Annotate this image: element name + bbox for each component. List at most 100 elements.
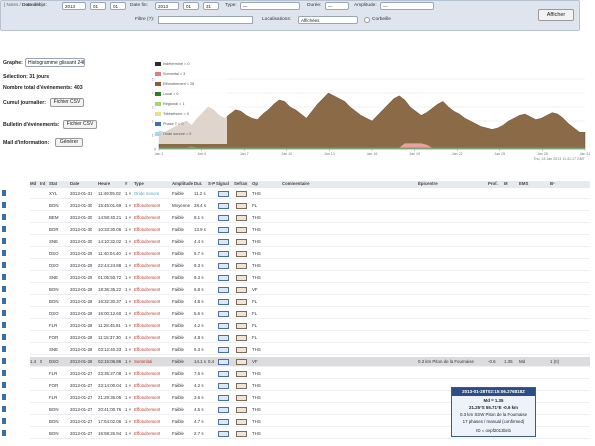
table-header-cell[interactable]: Amplitude [172, 181, 193, 188]
corbeille-checkbox[interactable] [364, 17, 370, 23]
table-header-cell[interactable]: S-P [208, 181, 215, 188]
edit-icon[interactable] [2, 430, 6, 436]
edit-icon[interactable] [2, 418, 6, 424]
sefran-icon[interactable] [236, 286, 247, 293]
amplitude-select[interactable]: — [380, 2, 434, 10]
edit-icon[interactable] [2, 190, 6, 196]
table-row[interactable]: 1.4 0 DSO 2013-01-28 02:15:06.86 1 × Sommital F… [2, 357, 590, 367]
table-row[interactable]: BON 2013-01-30 15:45:01.69 1 × Effondrement M… [2, 201, 590, 211]
table-row[interactable]: SNE 2013-01-28 03:12:40.33 1 × Effondrement F… [2, 345, 590, 355]
bulletin-csv-button[interactable]: Fichier CSV [63, 120, 97, 129]
table-header-cell[interactable]: Commentaire [282, 181, 309, 188]
legend-item[interactable]: Phase T = 0 [155, 120, 183, 128]
signal-icon[interactable] [218, 346, 229, 353]
edit-icon[interactable] [2, 370, 6, 376]
sefran-icon[interactable] [236, 418, 247, 425]
table-row[interactable]: FLR 2013-01-27 23:35:27.08 1 × Effondrement F… [2, 369, 590, 379]
localisations-select[interactable]: Affichées [298, 16, 358, 24]
table-header-cell[interactable]: Sefran [234, 181, 247, 188]
table-row[interactable]: BOR 2013-01-30 10:33:30.06 1 × Effondrement F… [2, 225, 590, 235]
signal-icon[interactable] [218, 358, 229, 365]
signal-icon[interactable] [218, 250, 229, 257]
legend-item[interactable]: Régional = 1 [155, 100, 184, 108]
table-header-cell[interactable]: Prof. [488, 181, 498, 188]
date-debut-year-select[interactable]: 2013 [62, 2, 86, 10]
legend-item[interactable]: Sommital = 3 [155, 70, 185, 78]
table-header-cell[interactable]: Date [70, 181, 79, 188]
edit-icon[interactable] [2, 202, 6, 208]
table-header-cell[interactable]: B³ [550, 181, 555, 188]
sefran-icon[interactable] [236, 334, 247, 341]
table-row[interactable]: FLR 2013-01-28 11:28:45.81 1 × Effondrement F… [2, 321, 590, 331]
edit-icon[interactable] [2, 214, 6, 220]
signal-icon[interactable] [218, 262, 229, 269]
table-header-cell[interactable]: Heure [98, 181, 110, 188]
edit-icon[interactable] [2, 310, 6, 316]
edit-icon[interactable] [2, 286, 6, 292]
edit-icon[interactable] [2, 334, 6, 340]
edit-icon[interactable] [2, 262, 6, 268]
edit-icon[interactable] [2, 382, 6, 388]
cumul-csv-button[interactable]: Fichier CSV [50, 98, 84, 107]
signal-icon[interactable] [218, 430, 229, 437]
edit-icon[interactable] [2, 394, 6, 400]
table-header-cell[interactable]: Md [30, 181, 36, 188]
sefran-icon[interactable] [236, 382, 247, 389]
table-header-cell[interactable]: EMS [519, 181, 528, 188]
edit-icon[interactable] [2, 238, 6, 244]
signal-icon[interactable] [218, 286, 229, 293]
signal-icon[interactable] [218, 238, 229, 245]
sefran-icon[interactable] [236, 298, 247, 305]
sefran-icon[interactable] [236, 346, 247, 353]
sefran-icon[interactable] [236, 250, 247, 257]
legend-item[interactable]: Local = 0 [155, 90, 179, 98]
sefran-icon[interactable] [236, 214, 247, 221]
signal-icon[interactable] [218, 298, 229, 305]
table-row[interactable]: BEM 2013-01-30 14:58:40.21 1 × Effondrement F… [2, 213, 590, 223]
table-row[interactable]: DSO 2013-01-29 22:44:24.88 1 × Effondrement F… [2, 261, 590, 271]
table-header-cell[interactable]: Type [134, 181, 144, 188]
sefran-icon[interactable] [236, 358, 247, 365]
date-fin-day-select[interactable]: 31 [203, 2, 219, 10]
signal-icon[interactable] [218, 322, 229, 329]
sefran-icon[interactable] [236, 370, 247, 377]
type-select[interactable]: — [240, 2, 300, 10]
date-debut-day-select[interactable]: 01 [110, 2, 126, 10]
sefran-icon[interactable] [236, 262, 247, 269]
legend-item[interactable]: Effondrement = 28 [155, 80, 194, 88]
table-header-cell[interactable]: Stat [49, 181, 57, 188]
date-fin-year-select[interactable]: 2013 [155, 2, 179, 10]
edit-icon[interactable] [2, 322, 6, 328]
sefran-icon[interactable] [236, 202, 247, 209]
mail-generate-button[interactable]: Générer [55, 138, 83, 147]
signal-icon[interactable] [218, 382, 229, 389]
signal-icon[interactable] [218, 214, 229, 221]
signal-icon[interactable] [218, 370, 229, 377]
signal-icon[interactable] [218, 406, 229, 413]
table-row[interactable]: SNE 2013-01-29 01:05:50.72 1 × Effondrement F… [2, 273, 590, 283]
edit-icon[interactable] [2, 226, 6, 232]
table-header-cell[interactable]: Op [252, 181, 258, 188]
edit-icon[interactable] [2, 358, 6, 364]
sefran-icon[interactable] [236, 430, 247, 437]
signal-icon[interactable] [218, 274, 229, 281]
edit-icon[interactable] [2, 406, 6, 412]
edit-icon[interactable] [2, 250, 6, 256]
sefran-icon[interactable] [236, 274, 247, 281]
table-row[interactable]: SNE 2013-01-30 14:10:32.02 1 × Effondrement F… [2, 237, 590, 247]
edit-icon[interactable] [2, 298, 6, 304]
sefran-icon[interactable] [236, 406, 247, 413]
table-row[interactable]: DSO 2013-01-29 11:40:04.40 1 × Effondrement F… [2, 249, 590, 259]
sefran-icon[interactable] [236, 322, 247, 329]
table-row[interactable]: DSO 2013-01-28 16:00:12.60 1 × Effondrement F… [2, 309, 590, 319]
table-header-cell[interactable]: # [125, 181, 127, 188]
sefran-icon[interactable] [236, 394, 247, 401]
duree-select[interactable]: — [325, 2, 349, 10]
table-header-cell[interactable]: Épicentre [418, 181, 438, 188]
signal-icon[interactable] [218, 310, 229, 317]
table-row[interactable]: XYL 2013-01-31 11:49:05.02 1 × Onde sonore Fa… [2, 189, 590, 199]
signal-icon[interactable] [218, 334, 229, 341]
signal-icon[interactable] [218, 394, 229, 401]
table-header-cell[interactable]: Int [40, 181, 45, 188]
edit-icon[interactable] [2, 274, 6, 280]
